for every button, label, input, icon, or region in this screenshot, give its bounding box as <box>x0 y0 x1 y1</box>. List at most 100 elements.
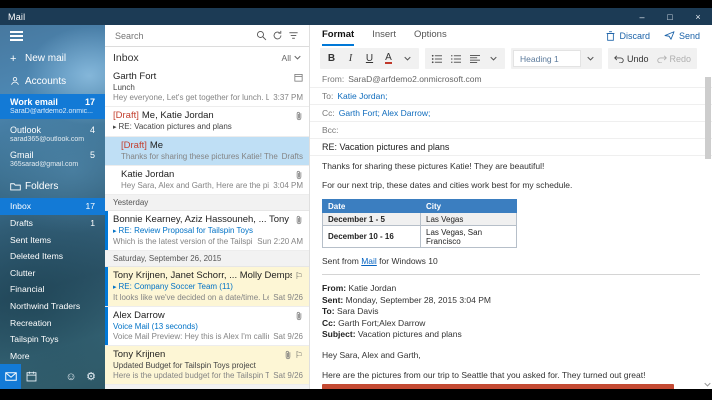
scrollbar-thumb[interactable] <box>705 77 711 159</box>
tab-insert[interactable]: Insert <box>372 25 396 46</box>
sidebar-item-more[interactable]: More <box>0 347 105 364</box>
calendar-app-button[interactable] <box>21 364 42 389</box>
sidebar-item-northwind-traders[interactable]: Northwind Traders <box>0 298 105 315</box>
bcc-field[interactable]: Bcc: <box>310 122 712 139</box>
signature-line: Sent from Mail for Windows 10 <box>322 256 700 266</box>
chevron-down-icon[interactable] <box>398 49 417 68</box>
paperclip-icon <box>284 350 292 360</box>
subject-field[interactable]: RE: Vacation pictures and plans <box>310 139 712 156</box>
filter-icon[interactable] <box>285 30 301 41</box>
message-row-katie-jordan[interactable]: Katie Jordan Hey Sara, Alex and Garth, H… <box>105 166 309 195</box>
sidebar-item-sent-items[interactable]: Sent Items <box>0 231 105 248</box>
mail-app-button[interactable] <box>0 364 21 389</box>
undo-label: Undo <box>627 53 649 64</box>
sidebar-item-inbox[interactable]: Inbox 17 <box>0 198 105 215</box>
italic-button[interactable]: I <box>341 49 360 68</box>
align-button[interactable] <box>465 49 484 68</box>
trash-icon <box>606 30 615 41</box>
table-header-city: City <box>420 199 517 213</box>
bold-button[interactable]: B <box>322 49 341 68</box>
new-mail-button[interactable]: + New mail <box>0 49 105 69</box>
sync-icon[interactable] <box>269 30 285 41</box>
table-cell: Las Vegas <box>420 212 517 226</box>
filter-label: All <box>281 52 291 63</box>
message-row-draft-conversation[interactable]: [Draft] Me, Katie Jordan ▸ RE: Vacation pi… <box>105 107 309 137</box>
folders-header[interactable]: Folders <box>0 176 105 196</box>
maximize-button[interactable]: □ <box>656 8 684 25</box>
font-color-button[interactable]: A <box>379 49 398 68</box>
send-button[interactable]: Send <box>664 31 700 41</box>
sidebar-item-drafts[interactable]: Drafts 1 <box>0 215 105 232</box>
search-bar <box>105 25 309 47</box>
to-field[interactable]: To: Katie Jordan; <box>310 88 712 105</box>
sidebar-bottom-bar: ☺ ⚙ <box>0 364 105 389</box>
account-outlook[interactable]: Outlook 4 sarad365@outlook.com <box>0 122 105 147</box>
message-row-updated-budget[interactable]: Tony Krijnen ⚐ Updated Budget for Tailsp… <box>105 346 309 385</box>
message-row-bonnie-kearney[interactable]: Bonnie Kearney, Aziz Hassouneh, ... Tony… <box>105 211 309 251</box>
message-row-company-soccer[interactable]: Tony Krijnen, Janet Schorr, ... Molly De… <box>105 267 309 307</box>
filter-dropdown[interactable]: All <box>282 53 301 63</box>
close-button[interactable]: × <box>684 8 712 25</box>
message-row-draft-selected[interactable]: [Draft] Me Thanks for sharing these pictu… <box>105 137 309 166</box>
bcc-label: Bcc: <box>322 125 339 135</box>
minimize-button[interactable]: – <box>628 8 656 25</box>
quoted-from-value: Katie Jordan <box>346 283 397 293</box>
signature-prefix: Sent from <box>322 256 362 266</box>
signature-suffix: for Windows 10 <box>376 256 438 266</box>
account-email: 365sarad@gmail.com <box>10 161 79 169</box>
conversation-expander-icon[interactable]: ▸ <box>113 124 117 131</box>
chevron-down-icon[interactable] <box>484 49 503 68</box>
conversation-expander-icon[interactable]: ▸ <box>113 228 117 235</box>
paperclip-icon <box>295 111 303 121</box>
message-time: Sat 9/26 <box>273 293 303 302</box>
scroll-down-arrow[interactable] <box>704 382 711 387</box>
tab-format[interactable]: Format <box>322 25 355 46</box>
account-unread-count: 17 <box>84 97 95 108</box>
unread-indicator <box>105 307 108 345</box>
search-input[interactable] <box>113 29 253 42</box>
envelope-icon <box>4 372 17 381</box>
feedback-button[interactable]: ☺ <box>61 371 81 383</box>
message-preview: Hey everyone, Let's get together for lun… <box>113 93 269 102</box>
sidebar-item-clutter[interactable]: Clutter <box>0 264 105 281</box>
message-row-alex-darrow[interactable]: Alex Darrow Voice Mail (13 seconds) Voic… <box>105 307 309 346</box>
conversation-expander-icon[interactable]: ▸ <box>113 284 117 291</box>
cc-recipients[interactable]: Garth Fort; Alex Darrow; <box>339 108 431 118</box>
sidebar-item-tailspin-toys[interactable]: Tailspin Toys <box>0 331 105 348</box>
compose-pane: Format Insert Options Discard Send B I U… <box>310 25 712 389</box>
bullet-list-button[interactable] <box>427 49 446 68</box>
from-field[interactable]: From: SaraD@arfdemo2.onmicrosoft.com <box>310 71 712 88</box>
message-subject: RE: Review Proposal for Tailspin Toys <box>118 226 253 235</box>
chevron-down-icon[interactable] <box>581 49 600 68</box>
compose-body-editor[interactable]: Thanks for sharing these pictures Katie!… <box>310 156 712 389</box>
undo-button[interactable]: Undo <box>610 54 653 64</box>
hamburger-menu-icon[interactable] <box>0 25 30 45</box>
undo-icon <box>614 54 624 63</box>
account-unread-count: 4 <box>89 125 95 136</box>
trip-table: Date City December 1 - 5 Las Vegas Decem… <box>322 199 517 248</box>
cc-field[interactable]: Cc: Garth Fort; Alex Darrow; <box>310 105 712 122</box>
quoted-subject-label: Subject: <box>322 329 356 339</box>
to-recipient[interactable]: Katie Jordan; <box>337 91 387 101</box>
quoted-sent-label: Sent: <box>322 294 344 305</box>
discard-button[interactable]: Discard <box>606 31 650 41</box>
settings-button[interactable]: ⚙ <box>81 370 101 383</box>
account-work-email[interactable]: Work email 17 SaraD@arfdemo2.onmic... <box>0 94 105 120</box>
account-gmail[interactable]: Gmail 5 365sarad@gmail.com <box>0 147 105 172</box>
sidebar-item-recreation[interactable]: Recreation <box>0 314 105 331</box>
app-title: Mail <box>8 11 26 22</box>
redo-button[interactable]: Redo <box>653 54 696 64</box>
mail-link[interactable]: Mail <box>361 256 377 266</box>
message-row-garth-fort[interactable]: Garth Fort Lunch Hey everyone, Let's get… <box>105 68 309 107</box>
numbered-list-button[interactable] <box>446 49 465 68</box>
sidebar-item-deleted-items[interactable]: Deleted Items <box>0 248 105 265</box>
address-fields: From: SaraD@arfdemo2.onmicrosoft.com To:… <box>310 71 712 156</box>
folder-name: Clutter <box>10 267 36 278</box>
underline-button[interactable]: U <box>360 49 379 68</box>
sidebar-item-financial[interactable]: Financial <box>0 281 105 298</box>
accounts-header[interactable]: Accounts <box>0 72 105 92</box>
tab-options[interactable]: Options <box>414 25 447 46</box>
search-icon[interactable] <box>253 30 269 41</box>
style-dropdown[interactable]: Heading 1 <box>513 50 581 67</box>
message-preview: It looks like we've decided on a date/ti… <box>113 293 269 302</box>
